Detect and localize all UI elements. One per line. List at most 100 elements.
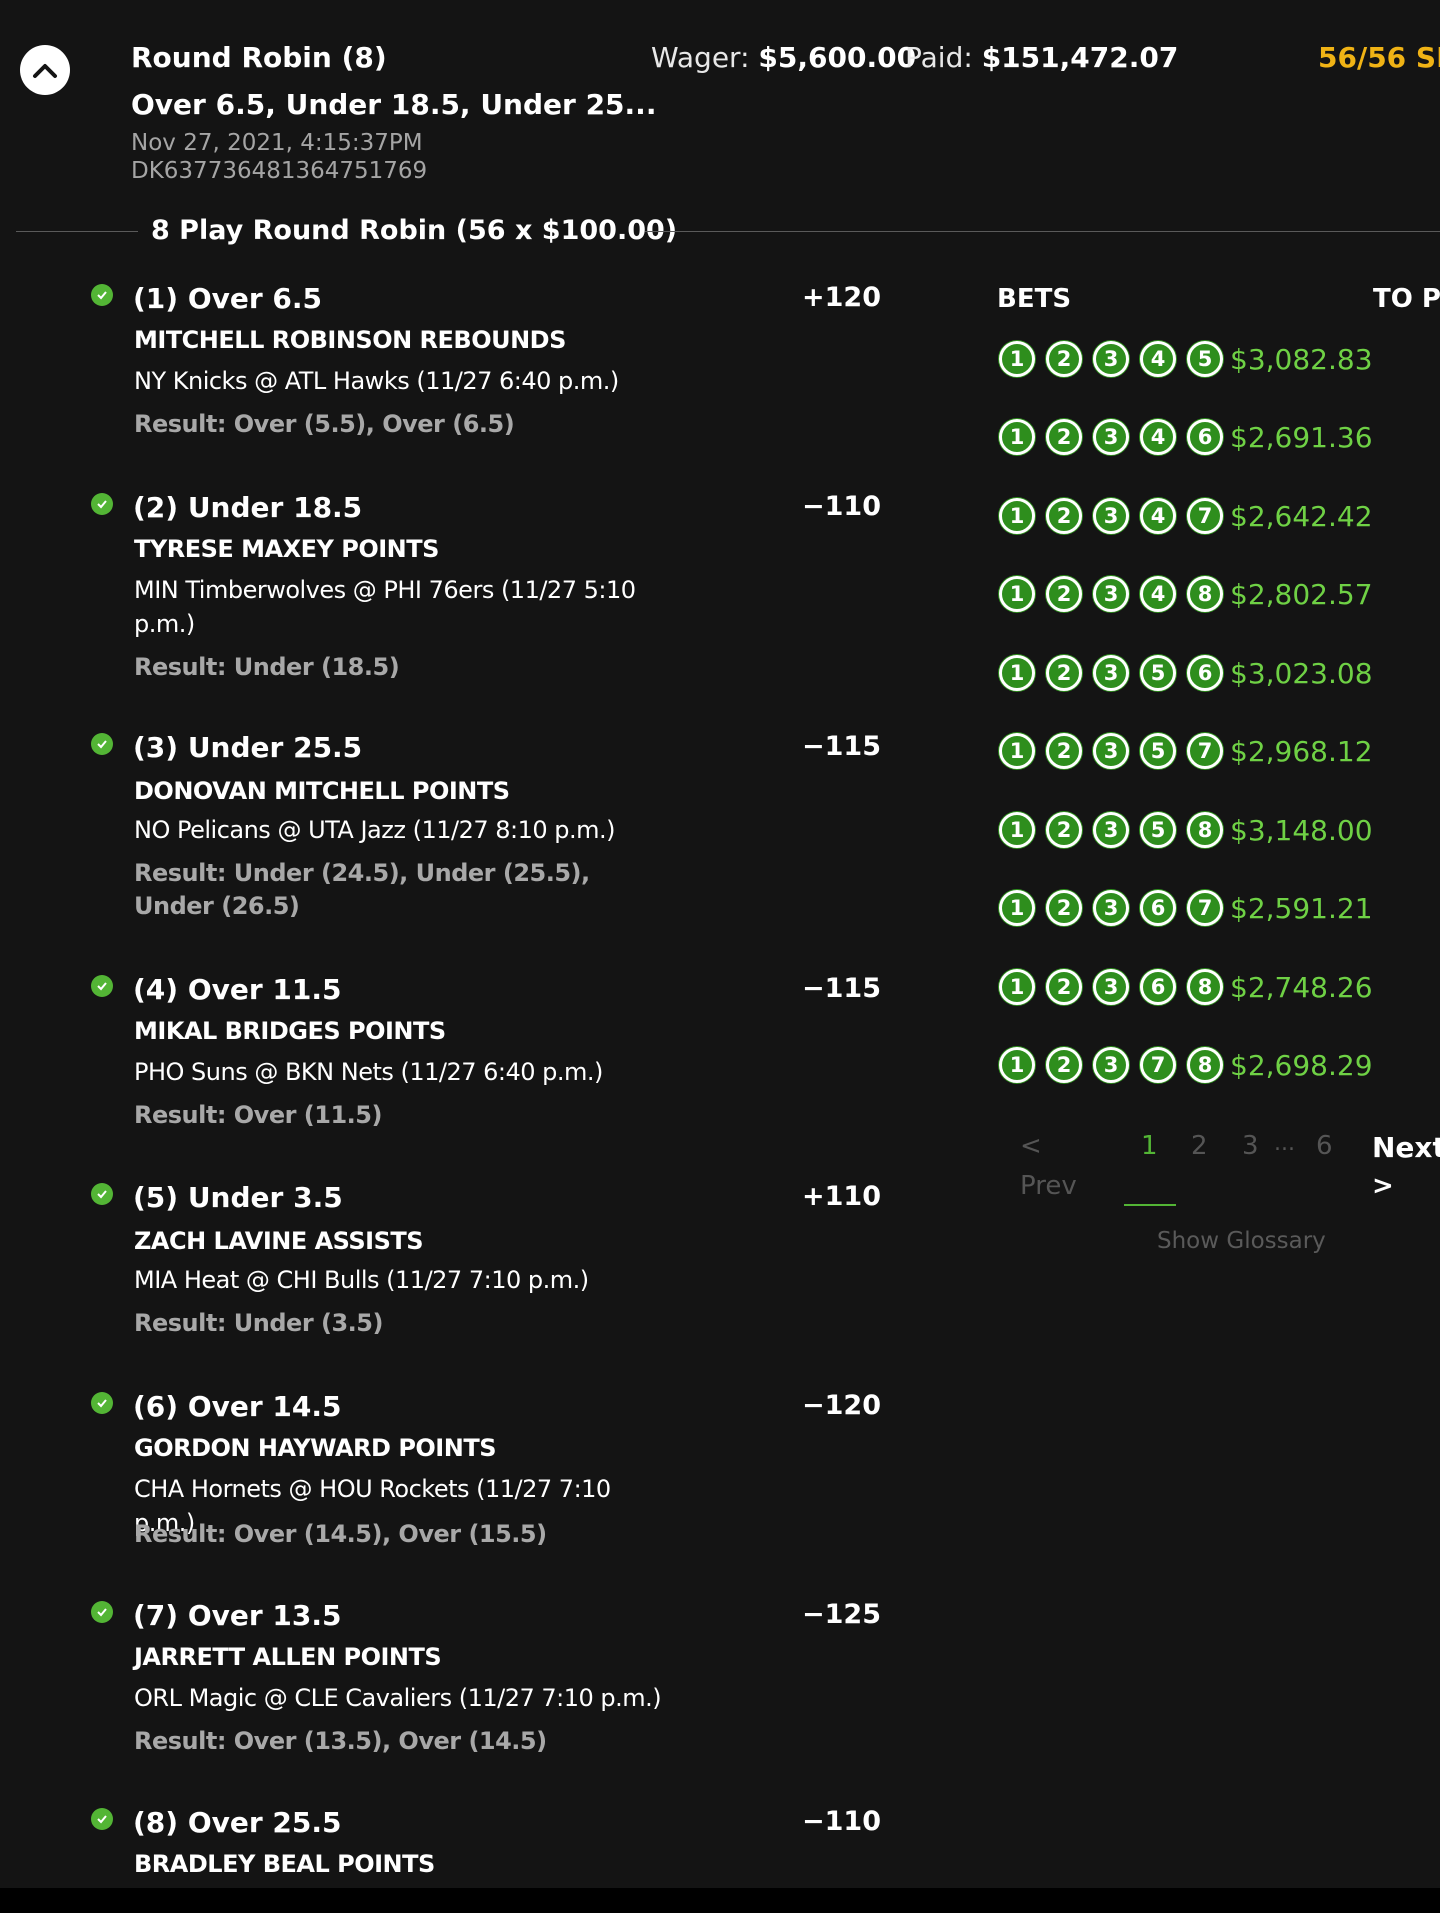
leg-odds: −120 <box>802 1390 881 1421</box>
leg-result: Result: Under (18.5) <box>134 653 400 681</box>
show-glossary-link[interactable]: Show Glossary <box>1157 1228 1326 1254</box>
round-robin-title: 8 Play Round Robin (56 x $100.00) <box>151 215 678 246</box>
leg-ball: 1 <box>999 655 1035 691</box>
leg-ball: 6 <box>1140 890 1176 926</box>
leg-ball: 7 <box>1187 890 1223 926</box>
leg-result: Result: Over (5.5), Over (6.5) <box>134 410 515 438</box>
bet-combo-row: 1 2 3 4 7 $2,642.42 <box>999 494 1373 538</box>
bet-title: Round Robin (8) <box>131 41 387 74</box>
leg-game: ORL Magic @ CLE Cavaliers (11/27 7:10 p.… <box>134 1684 662 1712</box>
leg-ball: 5 <box>1140 812 1176 848</box>
bet-payout: $3,023.08 <box>1230 656 1373 690</box>
bet-date: Nov 27, 2021, 4:15:37PM <box>131 130 423 156</box>
paid-info: Paid: $151,472.07 <box>905 41 1178 74</box>
prev-arrow[interactable]: < <box>1020 1131 1042 1161</box>
leg-ball: 2 <box>1046 419 1082 455</box>
bet-payout: $2,802.57 <box>1230 577 1373 611</box>
leg-result: Result: Over (14.5), Over (15.5) <box>134 1520 547 1548</box>
leg-ball: 2 <box>1046 341 1082 377</box>
bet-payout: $3,082.83 <box>1230 342 1373 376</box>
leg-ball: 1 <box>999 1047 1035 1083</box>
leg-ball: 1 <box>999 733 1035 769</box>
next-button[interactable]: Next <box>1372 1131 1440 1164</box>
leg-player: GORDON HAYWARD POINTS <box>134 1434 496 1462</box>
paid-value: $151,472.07 <box>981 41 1179 74</box>
chevron-up-icon <box>33 64 57 78</box>
leg-game: MIA Heat @ CHI Bulls (11/27 7:10 p.m.) <box>134 1266 589 1294</box>
leg-game: PHO Suns @ BKN Nets (11/27 6:40 p.m.) <box>134 1058 603 1086</box>
leg-odds: −125 <box>802 1599 881 1630</box>
bet-payout: $3,148.00 <box>1230 813 1373 847</box>
wager-info: Wager: $5,600.00 <box>651 41 916 74</box>
leg-ball: 1 <box>999 576 1035 612</box>
bet-id: DK637736481364751769 <box>131 158 428 184</box>
bet-combo-row: 1 2 3 5 6 $3,023.08 <box>999 651 1373 695</box>
leg-ball: 1 <box>999 812 1035 848</box>
leg-ball: 7 <box>1187 733 1223 769</box>
leg-game: NY Knicks @ ATL Hawks (11/27 6:40 p.m.) <box>134 367 619 395</box>
bet-payout: $2,591.21 <box>1230 891 1373 925</box>
leg-ball: 2 <box>1046 1047 1082 1083</box>
leg-title: (2) Under 18.5 <box>133 491 363 524</box>
next-arrow[interactable]: > <box>1372 1171 1394 1201</box>
leg-ball: 4 <box>1140 498 1176 534</box>
leg-ball: 8 <box>1187 576 1223 612</box>
check-icon <box>91 284 113 306</box>
leg-odds: −115 <box>802 973 881 1004</box>
leg-ball: 4 <box>1140 419 1176 455</box>
leg-ball: 1 <box>999 419 1035 455</box>
leg-ball: 4 <box>1140 341 1176 377</box>
bet-payout: $2,968.12 <box>1230 734 1373 768</box>
leg-odds: −110 <box>802 491 881 522</box>
leg-ball: 3 <box>1093 576 1129 612</box>
check-icon <box>91 1808 113 1830</box>
leg-game: MIN Timberwolves @ PHI 76ers (11/27 5:10… <box>134 576 636 638</box>
leg-title: (3) Under 25.5 <box>133 731 363 764</box>
leg-title: (7) Over 13.5 <box>133 1599 342 1632</box>
bet-combo-row: 1 2 3 6 8 $2,748.26 <box>999 965 1373 1009</box>
leg-ball: 3 <box>1093 498 1129 534</box>
leg-ball: 3 <box>1093 890 1129 926</box>
bet-payout: $2,691.36 <box>1230 420 1373 454</box>
leg-ball: 1 <box>999 890 1035 926</box>
leg-ball: 2 <box>1046 969 1082 1005</box>
bet-combo-row: 1 2 3 7 8 $2,698.29 <box>999 1043 1373 1087</box>
leg-ball: 1 <box>999 969 1035 1005</box>
leg-ball: 5 <box>1140 655 1176 691</box>
page-6-link[interactable]: 6 <box>1316 1131 1333 1161</box>
collapse-button[interactable] <box>20 45 70 95</box>
bet-combo-row: 1 2 3 4 5 $3,082.83 <box>999 337 1373 381</box>
leg-ball: 2 <box>1046 890 1082 926</box>
leg-ball: 3 <box>1093 812 1129 848</box>
page-3-link[interactable]: 3 <box>1242 1131 1259 1161</box>
leg-odds: +120 <box>802 282 881 313</box>
bet-payout: $2,698.29 <box>1230 1048 1373 1082</box>
prev-button[interactable]: Prev <box>1020 1171 1077 1201</box>
bet-combo-row: 1 2 3 4 6 $2,691.36 <box>999 415 1373 459</box>
bets-header: BETS <box>997 284 1072 314</box>
bet-payout: $2,748.26 <box>1230 970 1373 1004</box>
page-2-link[interactable]: 2 <box>1191 1131 1208 1161</box>
bet-payout: $2,642.42 <box>1230 499 1373 533</box>
leg-player: JARRETT ALLEN POINTS <box>134 1643 442 1671</box>
page-1-link[interactable]: 1 <box>1141 1131 1158 1161</box>
leg-odds: −115 <box>802 731 881 762</box>
leg-ball: 8 <box>1187 1047 1223 1083</box>
leg-ball: 3 <box>1093 419 1129 455</box>
to-pay-header: TO P <box>1373 284 1440 314</box>
leg-ball: 2 <box>1046 576 1082 612</box>
leg-player: TYRESE MAXEY POINTS <box>134 535 439 563</box>
check-icon <box>91 975 113 997</box>
leg-ball: 8 <box>1187 812 1223 848</box>
leg-ball: 3 <box>1093 1047 1129 1083</box>
leg-player: MITCHELL ROBINSON REBOUNDS <box>134 326 566 354</box>
leg-result: Result: Over (13.5), Over (14.5) <box>134 1727 547 1755</box>
check-icon <box>91 733 113 755</box>
check-icon <box>91 1601 113 1623</box>
leg-title: (5) Under 3.5 <box>133 1181 343 1214</box>
leg-title: (4) Over 11.5 <box>133 973 342 1006</box>
leg-result: Result: Over (11.5) <box>134 1101 382 1129</box>
leg-ball: 4 <box>1140 576 1176 612</box>
leg-title: (1) Over 6.5 <box>133 282 323 315</box>
leg-ball: 3 <box>1093 969 1129 1005</box>
